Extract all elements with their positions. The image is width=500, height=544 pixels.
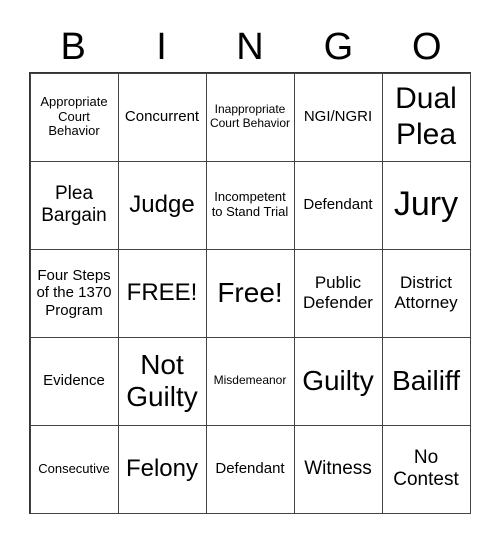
bingo-cell-r4-c1[interactable]: Evidence xyxy=(29,336,119,426)
bingo-board: Appropriate Court Behavior Concurrent In… xyxy=(29,72,471,514)
bingo-cell-r1-c1[interactable]: Appropriate Court Behavior xyxy=(29,72,119,162)
header-letter-n: N xyxy=(236,26,264,68)
bingo-cell-r5-c4[interactable]: Witness xyxy=(293,424,383,514)
header-letter-b: B xyxy=(60,26,86,68)
bingo-cell-r4-c3[interactable]: Misdemeanor xyxy=(205,336,295,426)
bingo-cell-r2-c4[interactable]: Defendant xyxy=(293,160,383,250)
bingo-cell-r3-c4[interactable]: Public Defender xyxy=(293,248,383,338)
header-letter-i: I xyxy=(156,26,167,68)
bingo-cell-r2-c3[interactable]: Incompetent to Stand Trial xyxy=(205,160,295,250)
bingo-header: B I N G O xyxy=(29,22,471,72)
bingo-cell-r5-c3[interactable]: Defendant xyxy=(205,424,295,514)
bingo-cell-r3-c1[interactable]: Four Steps of the 1370 Program xyxy=(29,248,119,338)
header-letter-g: G xyxy=(323,26,354,68)
bingo-cell-r3-c5[interactable]: District Attorney xyxy=(381,248,471,338)
bingo-cell-r3-c2[interactable]: FREE! xyxy=(117,248,207,338)
bingo-cell-r1-c5[interactable]: Dual Plea xyxy=(381,72,471,162)
bingo-cell-r4-c4[interactable]: Guilty xyxy=(293,336,383,426)
bingo-cell-r5-c5[interactable]: No Contest xyxy=(381,424,471,514)
bingo-cell-r4-c5[interactable]: Bailiff xyxy=(381,336,471,426)
bingo-cell-r1-c2[interactable]: Concurrent xyxy=(117,72,207,162)
bingo-cell-r1-c3[interactable]: Inappropriate Court Behavior xyxy=(205,72,295,162)
bingo-cell-r4-c2[interactable]: Not Guilty xyxy=(117,336,207,426)
bingo-cell-r2-c1[interactable]: Plea Bargain xyxy=(29,160,119,250)
bingo-cell-r5-c1[interactable]: Consecutive xyxy=(29,424,119,514)
bingo-cell-free-space[interactable]: Free! xyxy=(205,248,295,338)
bingo-cell-r5-c2[interactable]: Felony xyxy=(117,424,207,514)
bingo-cell-r1-c4[interactable]: NGI/NGRI xyxy=(293,72,383,162)
header-letter-o: O xyxy=(411,26,442,68)
bingo-cell-r2-c2[interactable]: Judge xyxy=(117,160,207,250)
bingo-cell-r2-c5[interactable]: Jury xyxy=(381,160,471,250)
